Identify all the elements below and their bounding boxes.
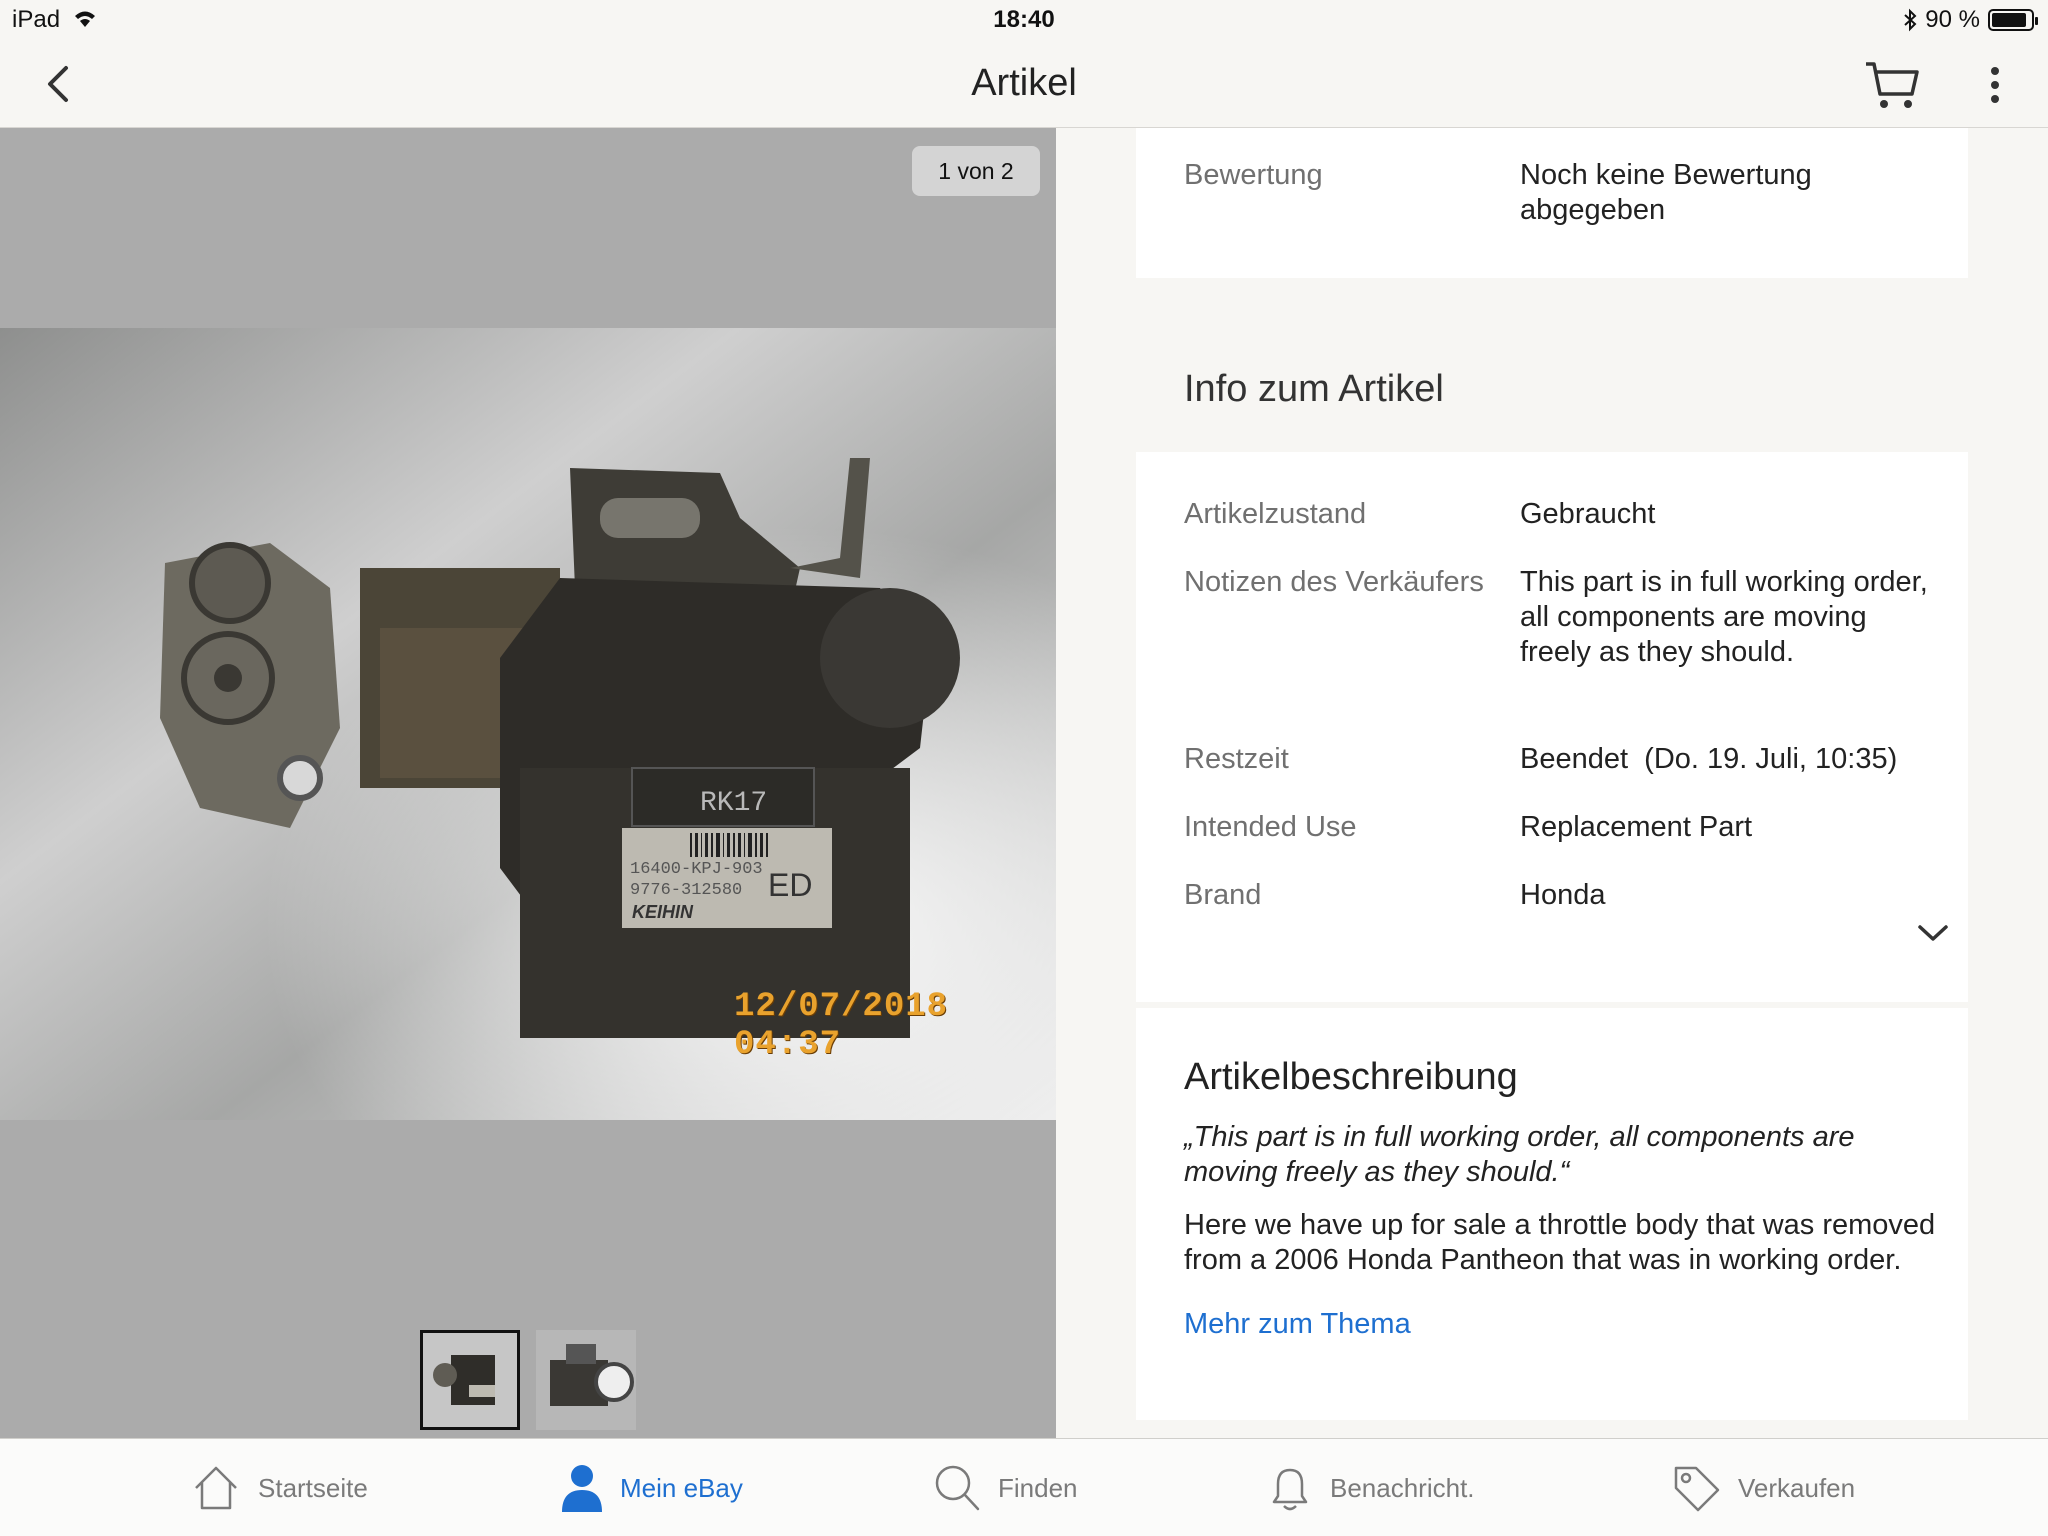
info-value: This part is in full working order, all … — [1520, 566, 1928, 668]
tab-search[interactable]: Finden — [932, 1461, 1078, 1515]
rating-card: Bewertung Noch keine Bewertung abgegeben — [1136, 128, 1968, 278]
chevron-down-icon[interactable] — [1916, 922, 1950, 944]
rating-label: Bewertung — [1184, 159, 1323, 191]
tab-bar: Startseite Mein eBay Finden Benachricht.… — [0, 1438, 2048, 1536]
tab-home[interactable]: Startseite — [190, 1461, 368, 1515]
tab-label: Mein eBay — [620, 1472, 743, 1503]
tab-notifications[interactable]: Benachricht. — [1266, 1461, 1475, 1515]
tab-label: Finden — [998, 1472, 1078, 1503]
image-counter: 1 von 2 — [912, 146, 1040, 196]
person-icon — [562, 1465, 602, 1512]
bell-icon — [1272, 1468, 1308, 1511]
cart-icon[interactable] — [1862, 56, 1922, 114]
image-gallery[interactable]: 1 von 2 RK17 16400-KPJ-903 9776-312580 K… — [0, 128, 1056, 1438]
info-label: Intended Use — [1184, 811, 1357, 843]
thumbnail-1[interactable] — [420, 1330, 520, 1430]
more-info-link[interactable]: Mehr zum Thema — [1184, 1308, 1411, 1341]
tab-sell[interactable]: Verkaufen — [1670, 1461, 1855, 1515]
tab-label: Startseite — [258, 1472, 368, 1503]
info-label: Restzeit — [1184, 743, 1289, 775]
status-bar: iPad 18:40 90 % — [0, 0, 2048, 40]
photo-label-rk: RK17 — [700, 788, 767, 819]
thumbnail-1-image — [423, 1333, 517, 1427]
clock: 18:40 — [993, 6, 1055, 33]
info-value: Beendet (Do. 19. Juli, 10:35) — [1520, 743, 1898, 775]
navigation-bar: Artikel — [0, 40, 2048, 128]
home-icon — [195, 1466, 237, 1510]
tab-my-ebay[interactable]: Mein eBay — [560, 1461, 743, 1515]
thumbnail-2[interactable] — [536, 1330, 636, 1430]
more-vertical-icon[interactable] — [1980, 62, 2010, 108]
search-icon — [935, 1465, 980, 1511]
info-label: Artikelzustand — [1184, 498, 1367, 530]
rating-value: Noch keine Bewertung abgegeben — [1520, 159, 1812, 226]
description-body: Here we have up for sale a throttle body… — [1184, 1209, 1936, 1276]
battery-percent: 90 % — [1925, 6, 1980, 33]
info-value: Gebraucht — [1520, 498, 1656, 530]
thumbnail-strip — [420, 1330, 636, 1430]
description-title: Artikelbeschreibung — [1184, 1056, 1518, 1098]
description-card: Artikelbeschreibung „This part is in ful… — [1136, 1008, 1968, 1420]
photo-label-brand: KEIHIN — [632, 902, 694, 922]
item-detail-panel[interactable]: Bewertung Noch keine Bewertung abgegeben… — [1056, 128, 2048, 1438]
page-title: Artikel — [971, 62, 1077, 104]
info-label: Notizen des Verkäufers — [1184, 566, 1484, 598]
tab-label: Verkaufen — [1738, 1472, 1856, 1503]
tag-icon — [1674, 1466, 1720, 1512]
info-value: Replacement Part — [1520, 811, 1753, 843]
tab-label: Benachricht. — [1330, 1472, 1475, 1503]
photo-label-code: ED — [768, 867, 812, 903]
photo-label-num: 9776-312580 — [630, 881, 742, 900]
info-value: Honda — [1520, 879, 1606, 911]
info-card: Artikelzustand Gebraucht Notizen des Ver… — [1136, 452, 1968, 1002]
photo-timestamp: 12/07/2018 04:37 — [734, 988, 949, 1064]
battery-icon — [1988, 9, 2038, 31]
info-label: Brand — [1184, 879, 1262, 911]
description-quote: „This part is in full working order, all… — [1184, 1121, 1855, 1188]
photo-label-part: 16400-KPJ-903 — [630, 860, 763, 879]
info-section-title: Info zum Artikel — [1184, 368, 1444, 410]
product-photo[interactable]: RK17 16400-KPJ-903 9776-312580 KEIHIN ED… — [0, 328, 1056, 1120]
thumbnail-2-image — [536, 1330, 636, 1430]
bluetooth-icon — [1904, 8, 1917, 32]
